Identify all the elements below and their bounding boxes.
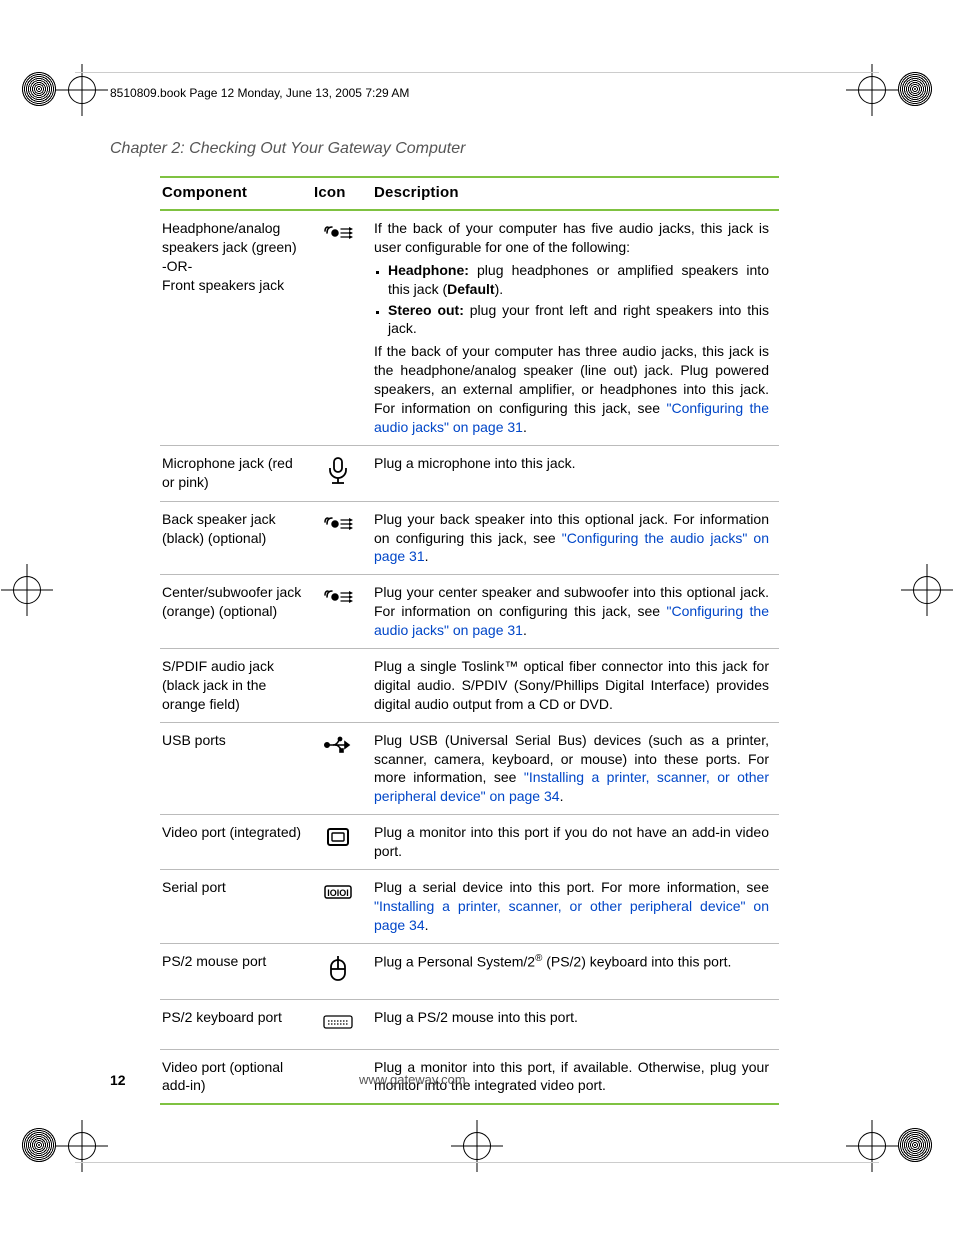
component-description: Plug a microphone into this jack. (372, 445, 779, 501)
component-description: Plug a monitor into this port if you do … (372, 815, 779, 870)
component-description: Plug your back speaker into this optiona… (372, 501, 779, 575)
component-name: PS/2 mouse port (160, 943, 312, 999)
chapter-title: Chapter 2: Checking Out Your Gateway Com… (110, 140, 465, 158)
component-description: Plug a single Toslink™ optical fiber con… (372, 649, 779, 723)
page-footer: 12 www.gateway.com (110, 1072, 779, 1088)
registration-mark-icon (898, 72, 932, 106)
list-item: Headphone: plug headphones or amplified … (388, 261, 769, 299)
col-header-description: Description (372, 177, 779, 210)
component-icon-cell (312, 575, 372, 649)
print-header: 8510809.book Page 12 Monday, June 13, 20… (110, 86, 409, 100)
component-icon-cell (312, 722, 372, 815)
table-row: Center/subwoofer jack (orange) (optional… (160, 575, 779, 649)
cross-reference-link[interactable]: "Installing a printer, scanner, or other… (374, 898, 769, 933)
component-name: USB ports (160, 722, 312, 815)
component-description: Plug your center speaker and subwoofer i… (372, 575, 779, 649)
component-name: Back speaker jack (black) (optional) (160, 501, 312, 575)
table-row: USB ports (160, 722, 779, 815)
mouse-icon (321, 952, 355, 986)
component-icon-cell: IOIOI (312, 870, 372, 944)
col-header-component: Component (160, 177, 312, 210)
component-name: Video port (integrated) (160, 815, 312, 870)
component-name: PS/2 keyboard port (160, 999, 312, 1049)
svg-text:IOIOI: IOIOI (327, 888, 349, 898)
component-icon-cell (312, 210, 372, 445)
table-row: Serial port IOIOI Plug a serial device i… (160, 870, 779, 944)
components-table: Component Icon Description Headphone/ana… (160, 176, 779, 1105)
component-icon-cell (312, 501, 372, 575)
component-icon-cell (312, 815, 372, 870)
footer-url: www.gateway.com (359, 1072, 466, 1088)
monitor-icon (321, 823, 355, 851)
page-number: 12 (110, 1072, 126, 1088)
registration-mark-icon (898, 1128, 932, 1162)
component-name: Serial port (160, 870, 312, 944)
table-row: PS/2 mouse port Plug a Personal System/2… (160, 943, 779, 999)
col-header-icon: Icon (312, 177, 372, 210)
component-name: Microphone jack (red or pink) (160, 445, 312, 501)
component-icon-cell (312, 649, 372, 723)
registration-mark-icon (22, 1128, 56, 1162)
audio-out-icon (321, 510, 355, 538)
table-row: Video port (integrated) Plug a monitor i… (160, 815, 779, 870)
component-description: Plug a serial device into this port. For… (372, 870, 779, 944)
serial-port-icon: IOIOI (321, 878, 355, 906)
content-area: Component Icon Description Headphone/ana… (160, 176, 779, 1105)
component-icon-cell (312, 445, 372, 501)
component-icon-cell (312, 999, 372, 1049)
registration-mark-icon (22, 72, 56, 106)
component-name: Headphone/analog speakers jack (green) -… (160, 210, 312, 445)
audio-out-icon (321, 219, 355, 247)
table-row: Headphone/analog speakers jack (green) -… (160, 210, 779, 445)
component-icon-cell (312, 943, 372, 999)
table-row: Microphone jack (red or pink) Plug a mic… (160, 445, 779, 501)
keyboard-icon (321, 1008, 355, 1036)
component-description: Plug USB (Universal Serial Bus) devices … (372, 722, 779, 815)
usb-icon (321, 731, 355, 759)
table-row: PS/2 keyboard port Plug a PS/2 mouse int… (160, 999, 779, 1049)
table-row: S/PDIF audio jack (black jack in the ora… (160, 649, 779, 723)
crop-mark-icon (7, 570, 47, 610)
audio-out-icon (321, 583, 355, 611)
table-row: Back speaker jack (black) (optional) Plu… (160, 501, 779, 575)
microphone-icon (321, 454, 355, 488)
list-item: Stereo out: plug your front left and rig… (388, 301, 769, 339)
component-name: Center/subwoofer jack (orange) (optional… (160, 575, 312, 649)
component-description: Plug a Personal System/2® (PS/2) keyboar… (372, 943, 779, 999)
component-name: S/PDIF audio jack (black jack in the ora… (160, 649, 312, 723)
component-description: Plug a PS/2 mouse into this port. (372, 999, 779, 1049)
crop-mark-icon (907, 570, 947, 610)
component-description: If the back of your computer has five au… (372, 210, 779, 445)
